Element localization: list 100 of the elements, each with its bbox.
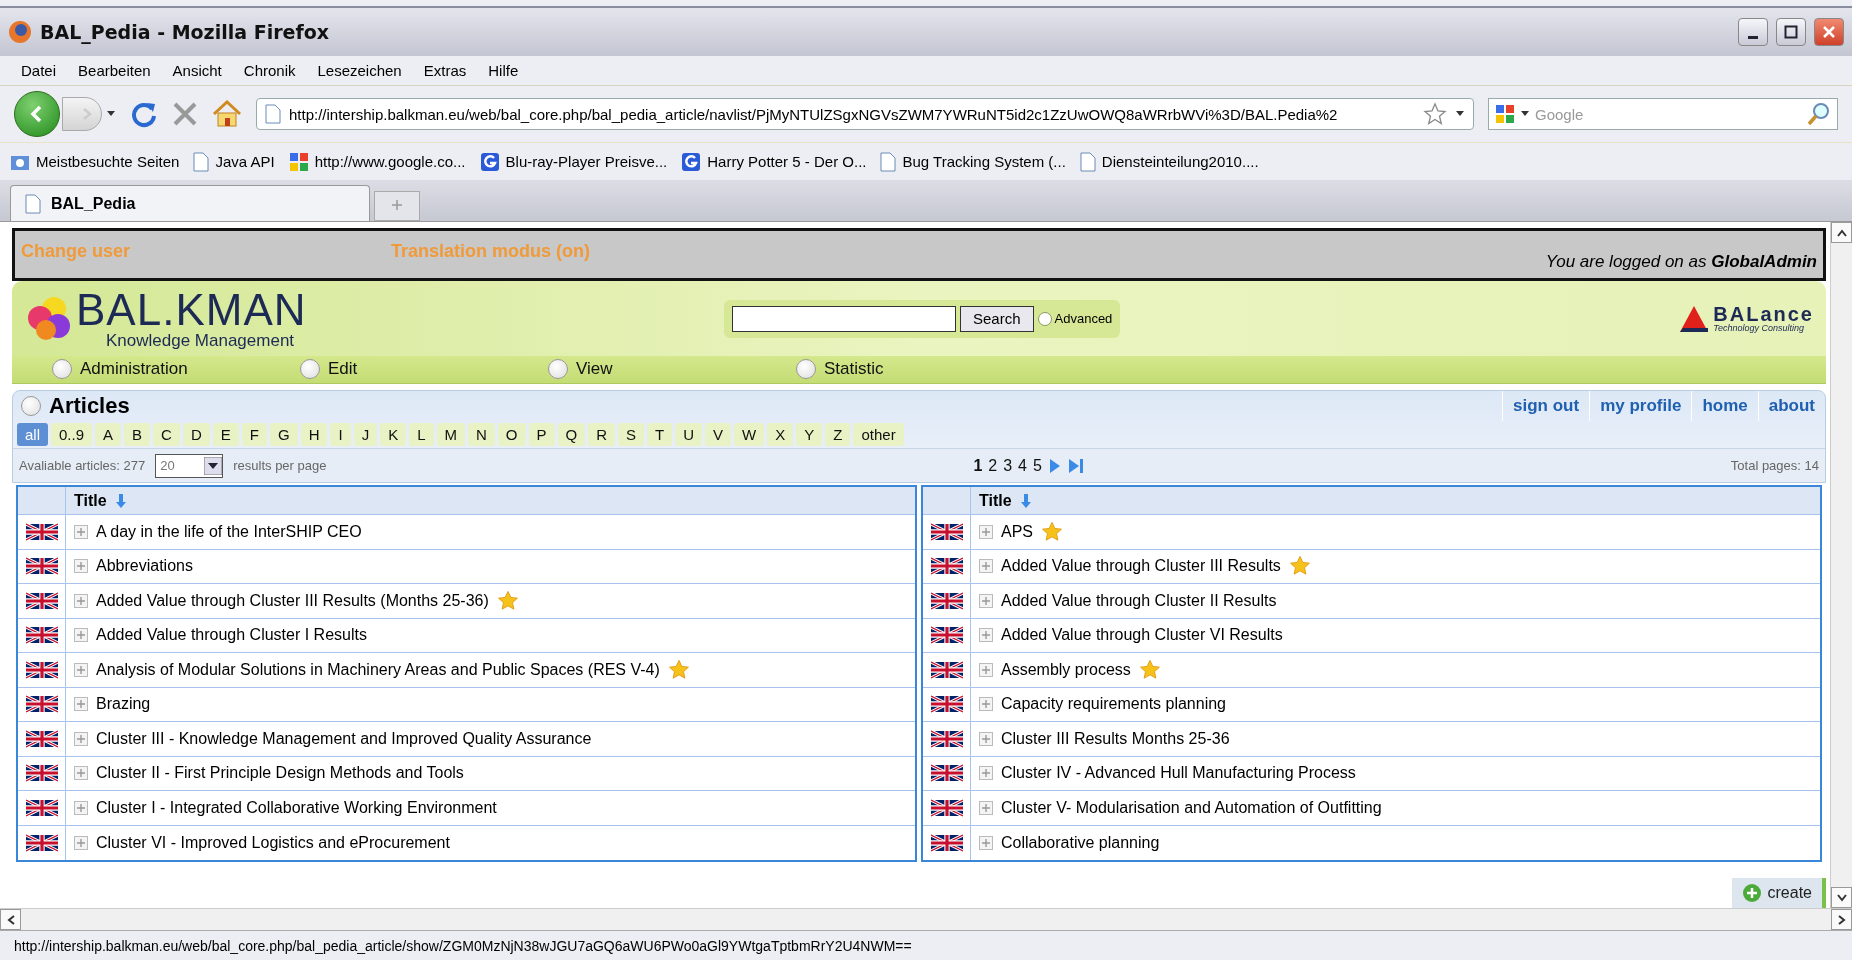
nav-item[interactable]: Edit [300, 359, 548, 380]
expand-icon[interactable] [979, 766, 993, 781]
bookmark-link[interactable]: Java API [215, 153, 275, 170]
page-link[interactable]: 3 [1003, 456, 1013, 475]
table-row[interactable]: Added Value through Cluster I Results [18, 618, 915, 653]
expand-icon[interactable] [979, 697, 993, 712]
new-tab-button[interactable] [374, 191, 420, 221]
table-row[interactable]: Cluster V- Modularisation and Automation of Outfitting [923, 791, 1820, 826]
column-header[interactable]: Title [74, 491, 107, 510]
article-title[interactable]: A day in the life of the InterSHIP CEO [96, 522, 362, 541]
letter-filter[interactable]: X [767, 423, 794, 446]
horizontal-scrollbar[interactable] [0, 908, 1852, 930]
search-button[interactable]: Search [960, 305, 1034, 332]
letter-filter[interactable]: F [241, 423, 267, 446]
menu-item[interactable]: Hilfe [477, 62, 530, 79]
bookmark-link[interactable]: Harry Potter 5 - Der O... [707, 153, 867, 170]
scroll-up-button[interactable] [1831, 222, 1852, 243]
bookmark-link[interactable]: Diensteinteilung2010.... [1101, 153, 1259, 170]
scroll-down-button[interactable] [1831, 887, 1852, 908]
article-title[interactable]: Brazing [96, 695, 151, 714]
expand-icon[interactable] [979, 731, 993, 746]
letter-filter[interactable]: S [618, 423, 645, 446]
expand-icon[interactable] [74, 697, 88, 712]
table-row[interactable]: Cluster III Results Months 25-36 [923, 722, 1820, 757]
create-button[interactable]: create [1731, 878, 1826, 908]
user-link[interactable]: sign out [1502, 391, 1590, 421]
letter-filter[interactable]: other [853, 423, 904, 446]
bookmark-star-icon[interactable] [1423, 102, 1447, 126]
article-title[interactable]: Cluster IV - Advanced Hull Manufacturing Process [1001, 764, 1356, 783]
table-row[interactable]: Assembly process [923, 653, 1820, 688]
back-button[interactable] [14, 91, 60, 137]
article-title[interactable]: Cluster III - Knowledge Management and Improved Quality Assurance [96, 729, 592, 748]
letter-filter[interactable]: V [705, 423, 732, 446]
letter-filter[interactable]: Z [825, 423, 851, 446]
expand-icon[interactable] [74, 800, 88, 815]
expand-icon[interactable] [74, 835, 88, 850]
expand-icon[interactable] [979, 800, 993, 815]
reload-icon[interactable] [130, 100, 158, 128]
browser-tab[interactable]: BAL_Pedia [10, 185, 370, 221]
page-link[interactable]: 2 [988, 456, 998, 475]
letter-filter[interactable]: U [675, 423, 703, 446]
table-row[interactable]: Capacity requirements planning [923, 687, 1820, 722]
table-row[interactable]: Cluster II - First Principle Design Methods and Tools [18, 756, 915, 791]
letter-filter[interactable]: Y [796, 423, 823, 446]
letter-filter[interactable]: R [588, 423, 616, 446]
maximize-button[interactable] [1776, 18, 1806, 46]
page-link[interactable]: 1 [973, 456, 983, 475]
bookmark-link[interactable]: Meistbesuchte Seiten [36, 153, 180, 170]
dropdown-icon[interactable] [106, 110, 116, 118]
address-bar[interactable]: http://intership.balkman.eu/web/bal_core.php/bal_pedia_article/navlist/PjMyNTUlZSgxNGVsZWM7YWRuNT5id2c1ZzUwOWQ8aWRrbWVi%3D/BAL.Pedia%2 [256, 98, 1474, 130]
article-title[interactable]: Collaborative planning [1001, 833, 1160, 852]
expand-icon[interactable] [74, 524, 88, 539]
letter-filter[interactable]: E [212, 423, 239, 446]
article-title[interactable]: Abbreviations [96, 557, 193, 576]
expand-icon[interactable] [74, 593, 88, 608]
search-icon[interactable] [1807, 102, 1831, 126]
table-row[interactable]: Cluster IV - Advanced Hull Manufacturing Process [923, 756, 1820, 791]
expand-icon[interactable] [979, 593, 993, 608]
home-icon[interactable] [212, 100, 242, 128]
table-row[interactable]: A day in the life of the InterSHIP CEO [18, 515, 915, 550]
dropdown-icon[interactable] [1455, 110, 1465, 118]
table-row[interactable]: APS [923, 515, 1820, 550]
expand-icon[interactable] [74, 731, 88, 746]
letter-filter[interactable]: A [95, 423, 122, 446]
menu-item[interactable]: Bearbeiten [67, 62, 162, 79]
article-title[interactable]: Added Value through Cluster II Results [1001, 591, 1277, 610]
letter-filter[interactable]: H [300, 423, 328, 446]
article-title[interactable]: Cluster III Results Months 25-36 [1001, 729, 1230, 748]
menu-item[interactable]: Datei [10, 62, 68, 79]
table-row[interactable]: Cluster III - Knowledge Management and Improved Quality Assurance [18, 722, 915, 757]
article-title[interactable]: Added Value through Cluster I Results [96, 626, 367, 645]
user-link[interactable]: about [1757, 391, 1825, 421]
letter-filter[interactable]: G [269, 423, 298, 446]
letter-filter[interactable]: N [468, 423, 495, 446]
letter-filter[interactable]: T [647, 423, 673, 446]
close-button[interactable] [1814, 18, 1844, 46]
letter-filter[interactable]: 0..9 [51, 423, 93, 446]
expand-icon[interactable] [74, 559, 88, 574]
sort-arrow-icon[interactable] [1019, 492, 1032, 509]
article-title[interactable]: Analysis of Modular Solutions in Machinery Areas and Public Spaces (RES V-4) [96, 660, 660, 679]
expand-icon[interactable] [979, 662, 993, 677]
letter-filter[interactable]: B [124, 423, 151, 446]
menu-item[interactable]: Lesezeichen [306, 62, 413, 79]
letter-filter[interactable]: K [380, 423, 407, 446]
advanced-radio[interactable] [1037, 311, 1052, 326]
expand-icon[interactable] [74, 766, 88, 781]
bookmark-link[interactable]: Bug Tracking System (... [902, 153, 1066, 170]
letter-filter[interactable]: P [528, 423, 555, 446]
expand-icon[interactable] [979, 835, 993, 850]
article-title[interactable]: Cluster VI - Improved Logistics and eProcurement [96, 833, 450, 852]
article-title[interactable]: Cluster II - First Principle Design Methods and Tools [96, 764, 464, 783]
article-title[interactable]: Added Value through Cluster III Results [1001, 557, 1281, 576]
table-row[interactable]: Cluster I - Integrated Collaborative Working Environment [18, 791, 915, 826]
scroll-left-button[interactable] [0, 909, 21, 930]
sort-arrow-icon[interactable] [114, 492, 127, 509]
table-row[interactable]: Added Value through Cluster III Results (Months 25-36) [18, 584, 915, 619]
expand-icon[interactable] [979, 628, 993, 643]
bookmark-link[interactable]: Blu-ray-Player Preisve... [505, 153, 668, 170]
letter-filter[interactable]: Q [557, 423, 586, 446]
table-row[interactable]: Analysis of Modular Solutions in Machinery Areas and Public Spaces (RES V-4) [18, 653, 915, 688]
